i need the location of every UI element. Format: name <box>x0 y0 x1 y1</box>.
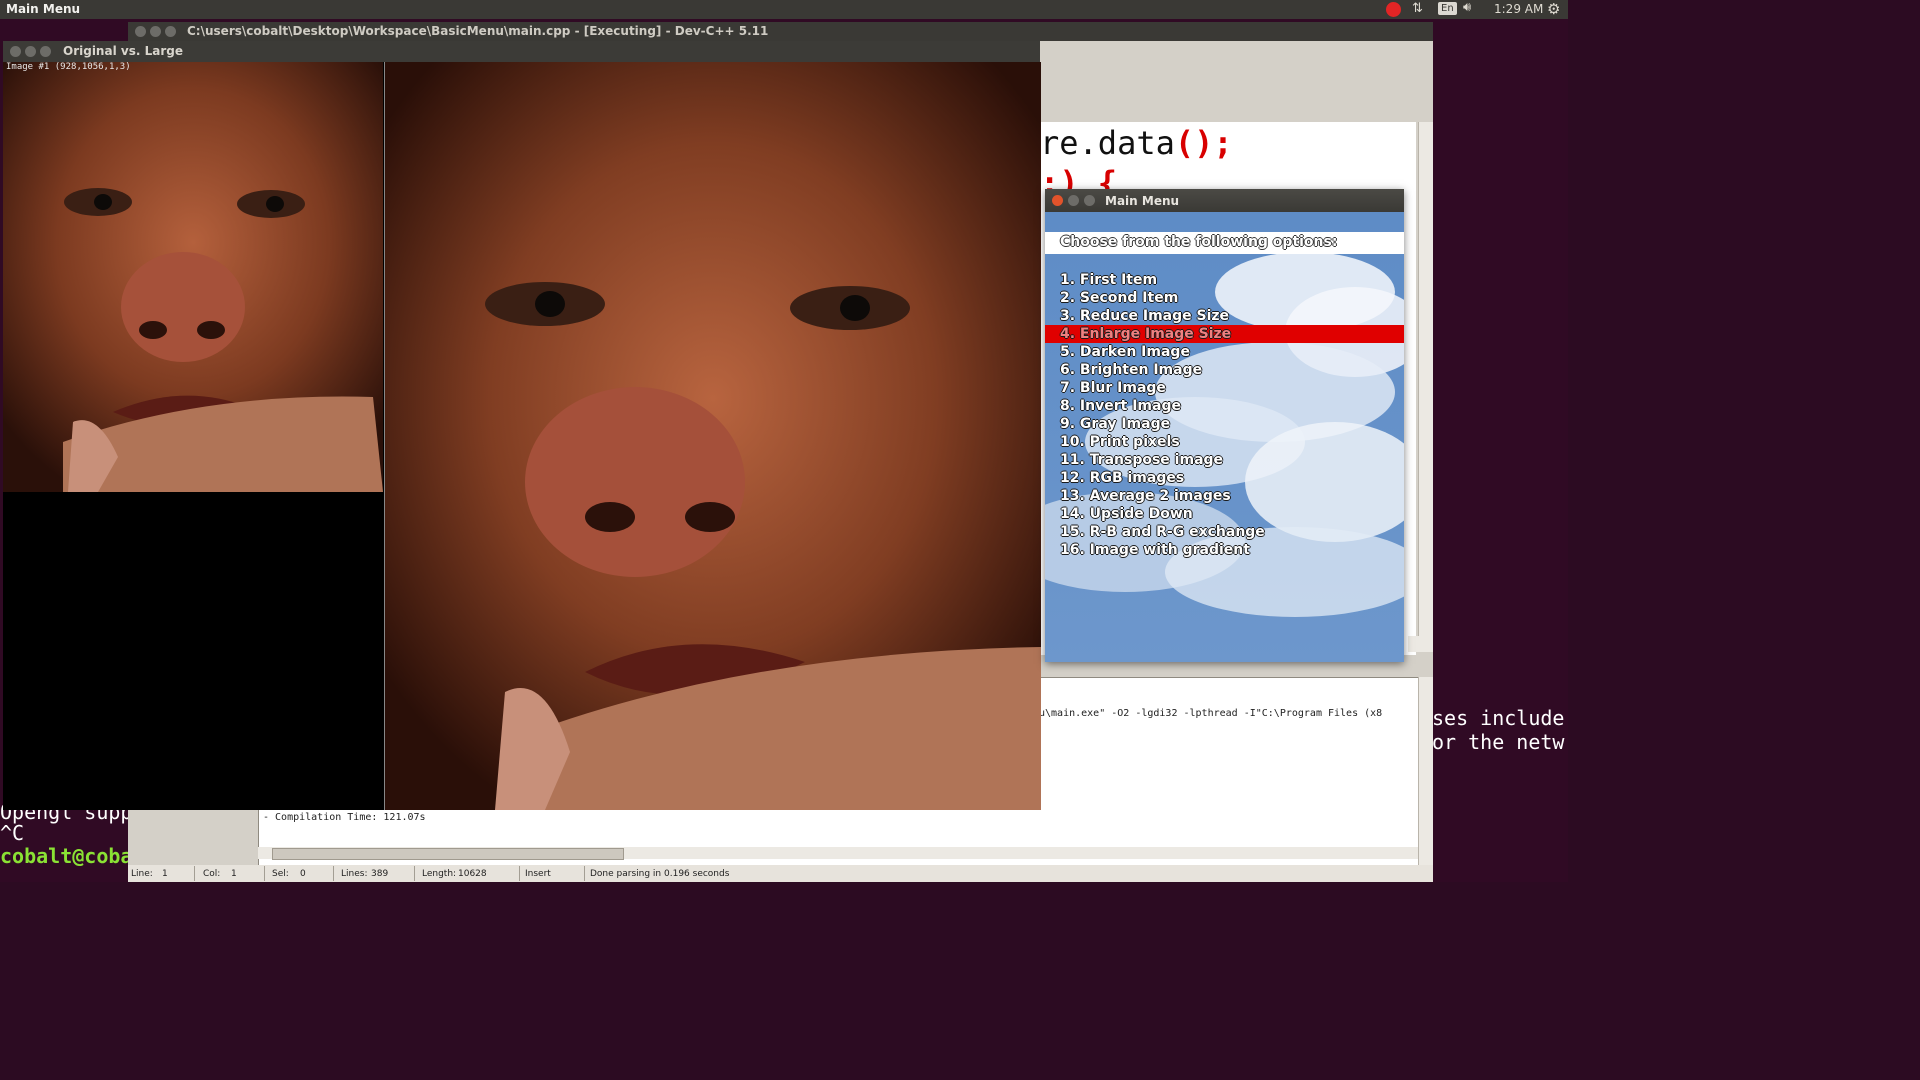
record-indicator-icon[interactable] <box>1386 2 1401 17</box>
status-divider <box>194 866 195 881</box>
active-app-title: Main Menu <box>6 2 81 16</box>
menu-body: Choose from the following options: 1. Fi… <box>1045 212 1404 662</box>
menu-item[interactable]: 2. Second Item <box>1060 290 1178 306</box>
devcpp-titlebar[interactable]: C:\users\cobalt\Desktop\Workspace\BasicM… <box>128 22 1433 41</box>
status-length-label: Length: <box>422 869 457 879</box>
status-line-label: Line: <box>131 869 153 879</box>
status-length-value: 10628 <box>458 869 487 879</box>
menu-item[interactable]: 6. Brighten Image <box>1060 362 1202 378</box>
maximize-icon[interactable] <box>40 46 51 57</box>
menu-prompt: Choose from the following options: <box>1060 234 1338 250</box>
image-info-label: Image #1 (928,1056,1,3) <box>6 62 131 72</box>
code-line: re.data(); <box>1040 124 1233 162</box>
menu-item[interactable]: 13. Average 2 images <box>1060 488 1231 504</box>
keyboard-layout-indicator[interactable]: En <box>1438 2 1457 15</box>
maximize-icon[interactable] <box>165 26 176 37</box>
status-sel-label: Sel: <box>272 869 289 879</box>
menu-item[interactable]: 3. Reduce Image Size <box>1060 308 1229 324</box>
minimize-icon[interactable] <box>25 46 36 57</box>
code-text: (); <box>1174 124 1233 162</box>
volume-icon[interactable]: 🔊︎ <box>1463 0 1471 15</box>
status-divider <box>519 866 520 881</box>
menu-item[interactable]: 16. Image with gradient <box>1060 542 1250 558</box>
window-title: C:\users\cobalt\Desktop\Workspace\BasicM… <box>187 24 769 38</box>
menu-item[interactable]: 1. First Item <box>1060 272 1157 288</box>
close-icon[interactable] <box>1052 195 1063 206</box>
menu-header-bar: Choose from the following options: <box>1045 232 1404 254</box>
status-lines-label: Lines: <box>341 869 368 879</box>
status-lines-value: 389 <box>371 869 389 879</box>
menu-item[interactable]: 7. Blur Image <box>1060 380 1166 396</box>
status-divider <box>584 866 585 881</box>
terminal-text-line: or the netw <box>1432 730 1565 754</box>
original-photo <box>3 62 383 492</box>
clock[interactable]: 1:29 AM <box>1494 2 1543 16</box>
status-col-value: 1 <box>231 869 237 879</box>
menu-item[interactable]: 4. Enlarge Image Size <box>1060 326 1231 342</box>
image-viewer-window[interactable]: Original vs. Large Image #1 (928,1056,1,… <box>3 41 1041 810</box>
menu-item[interactable]: 11. Transpose image <box>1060 452 1223 468</box>
menu-item[interactable]: 12. RGB images <box>1060 470 1184 486</box>
status-divider <box>414 866 415 881</box>
status-divider <box>333 866 334 881</box>
scrollbar-thumb[interactable] <box>272 848 624 860</box>
status-sel-value: 0 <box>300 869 306 879</box>
compile-log-horizontal-scrollbar[interactable] <box>258 847 1418 860</box>
window-title: Main Menu <box>1105 194 1180 208</box>
menu-titlebar[interactable]: Main Menu <box>1045 189 1404 212</box>
window-title: Original vs. Large <box>63 44 183 58</box>
status-divider <box>264 866 265 881</box>
terminal-text-line: ^C <box>0 821 25 845</box>
status-col-label: Col: <box>203 869 221 879</box>
terminal-text-line: ses include <box>1432 706 1565 730</box>
compile-log-vertical-scrollbar[interactable] <box>1418 677 1433 867</box>
main-menu-window[interactable]: Main Menu Choose from the following opti… <box>1045 189 1404 662</box>
status-parse-message: Done parsing in 0.196 seconds <box>590 869 730 879</box>
network-icon[interactable]: ⇅ <box>1412 1 1423 16</box>
maximize-icon[interactable] <box>1084 195 1095 206</box>
minimize-icon[interactable] <box>150 26 161 37</box>
status-line-value: 1 <box>162 869 168 879</box>
viewer-titlebar[interactable]: Original vs. Large <box>3 41 1040 62</box>
menu-item[interactable]: 5. Darken Image <box>1060 344 1190 360</box>
menu-item[interactable]: 14. Upside Down <box>1060 506 1193 522</box>
gear-icon[interactable]: ⚙ <box>1547 0 1560 18</box>
code-text: re.data <box>1040 124 1175 162</box>
editor-horizontal-scrollbar[interactable] <box>1408 636 1426 652</box>
compile-command-text: u\main.exe" -O2 -lgdi32 -lpthread -I"C:\… <box>1039 708 1383 719</box>
menu-item[interactable]: 15. R-B and R-G exchange <box>1060 524 1265 540</box>
status-bar: Line: 1 Col: 1 Sel: 0 Lines: 389 Length:… <box>128 865 1433 882</box>
compile-time-text: - Compilation Time: 121.07s <box>263 812 426 823</box>
menu-item[interactable]: 8. Invert Image <box>1060 398 1181 414</box>
editor-vertical-scrollbar[interactable] <box>1418 122 1433 652</box>
terminal-prompt: cobalt@coba <box>0 844 133 868</box>
menu-item[interactable]: 10. Print pixels <box>1060 434 1180 450</box>
status-mode: Insert <box>525 869 551 879</box>
close-icon[interactable] <box>10 46 21 57</box>
top-panel: Main Menu ⇅ En 🔊︎ 1:29 AM ⚙ <box>0 0 1568 19</box>
enlarged-photo <box>384 62 1041 810</box>
minimize-icon[interactable] <box>1068 195 1079 206</box>
menu-item[interactable]: 9. Gray Image <box>1060 416 1170 432</box>
close-icon[interactable] <box>135 26 146 37</box>
